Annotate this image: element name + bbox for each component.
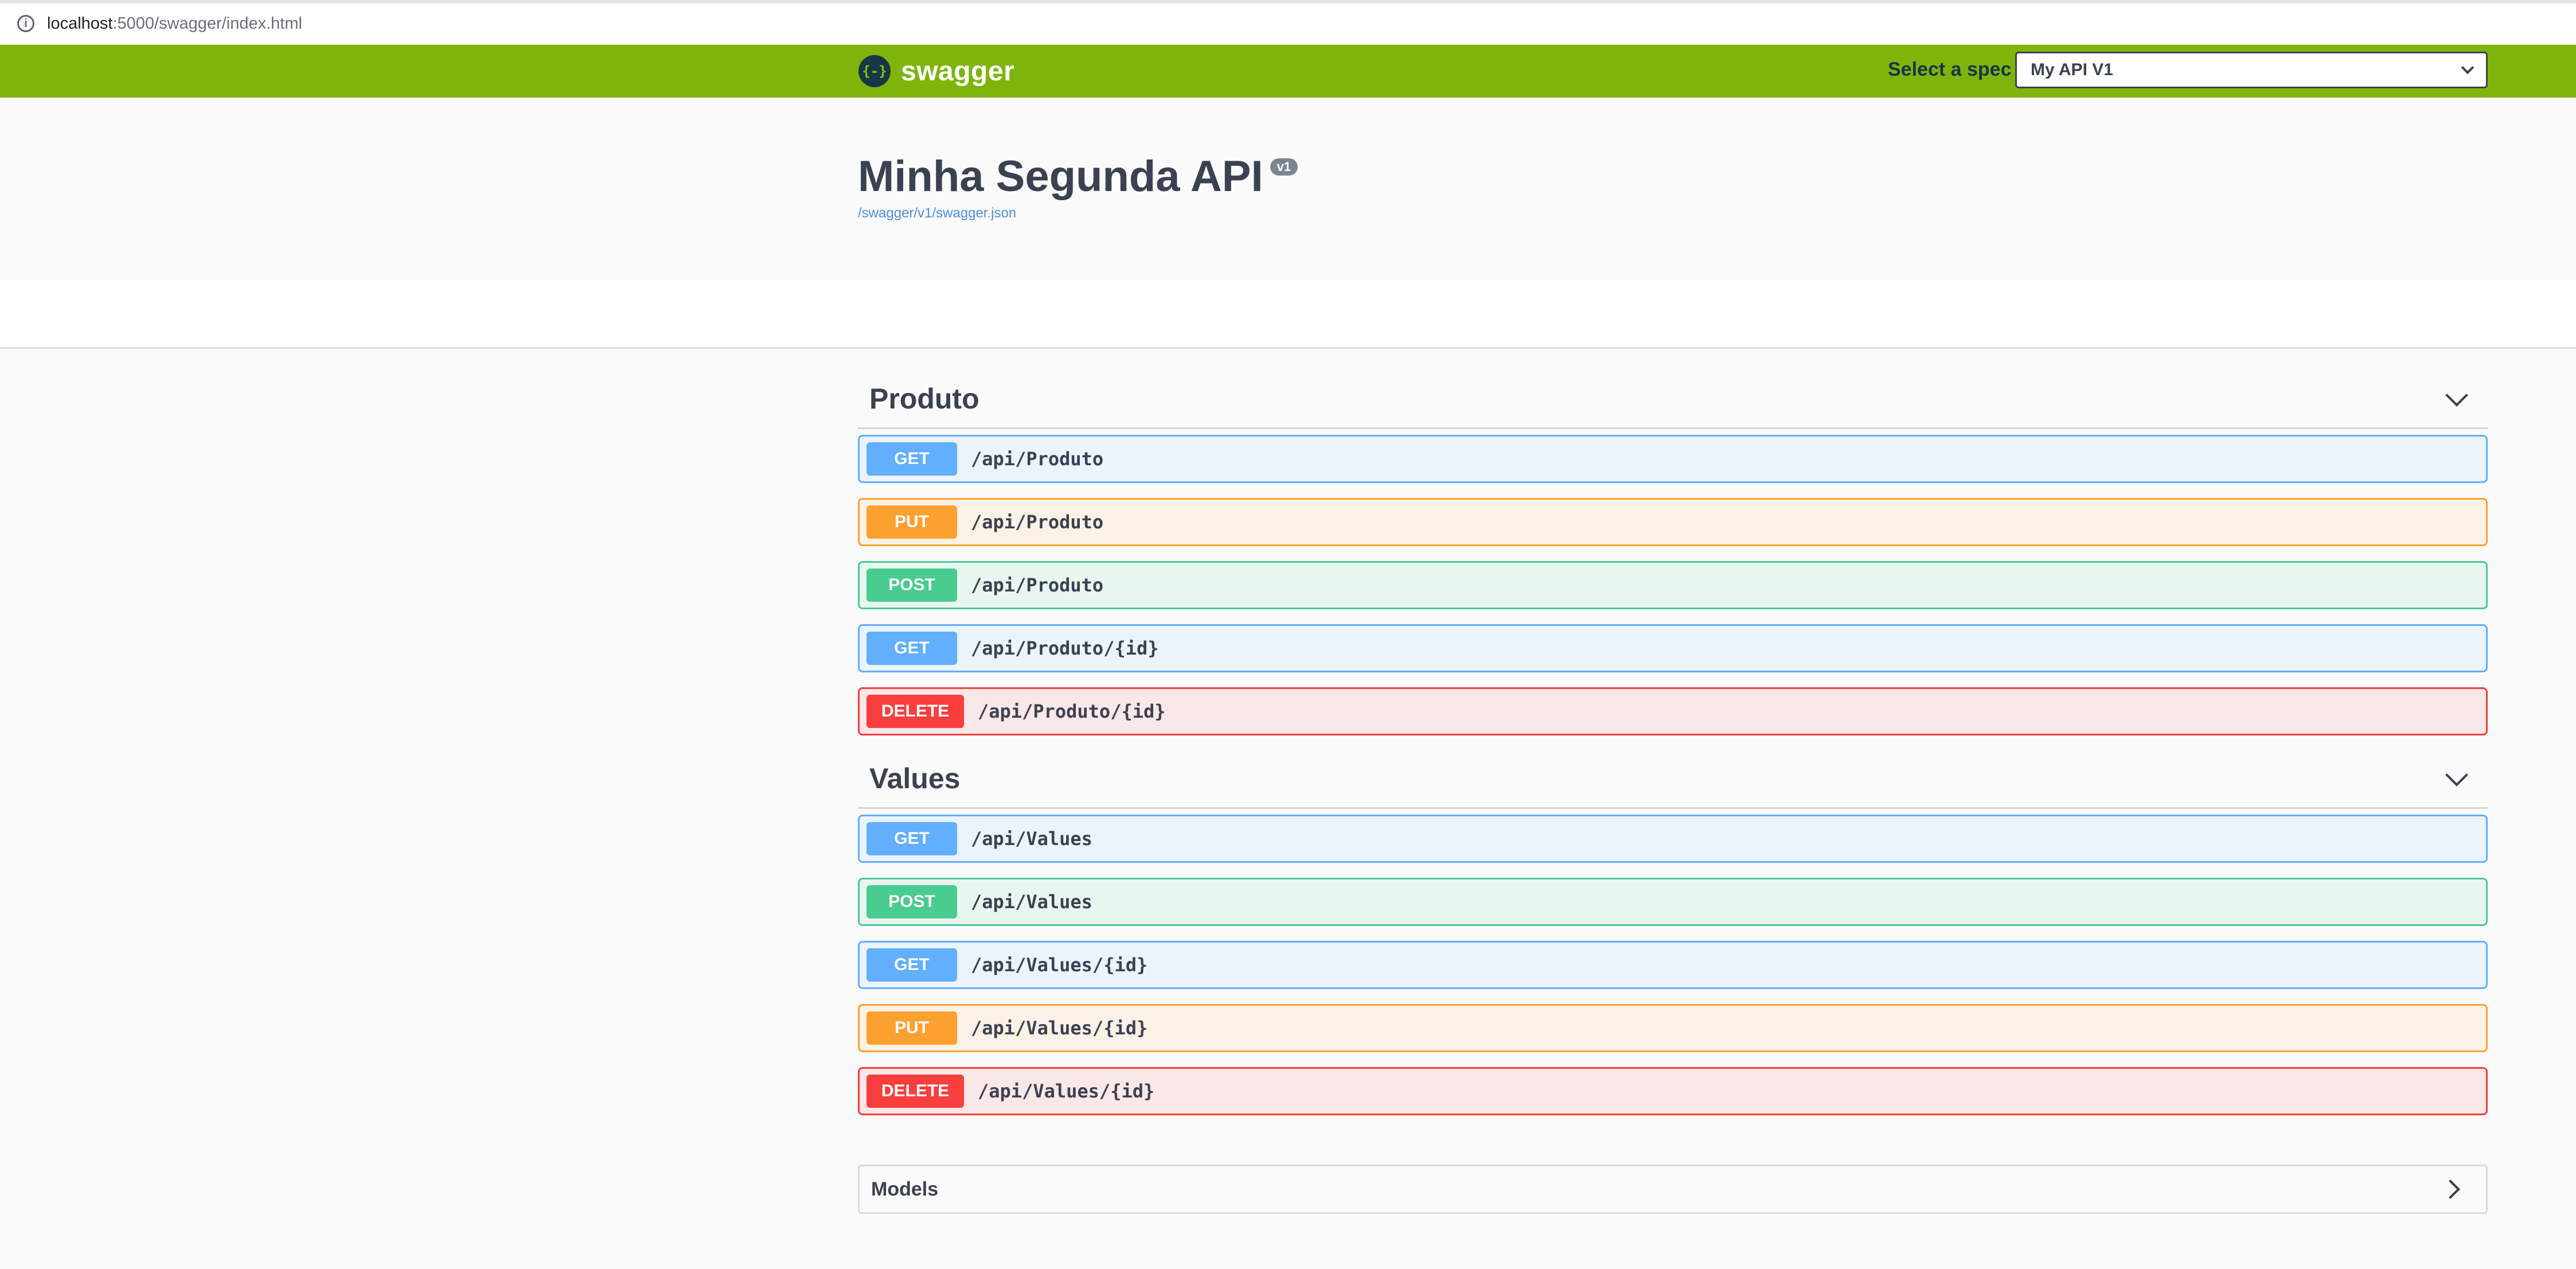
operation-post-values[interactable]: POST /api/Values: [858, 878, 2488, 926]
chevron-right-icon[interactable]: [2441, 1180, 2460, 1199]
models-title: Models: [871, 1178, 939, 1200]
browser-address-bar[interactable]: i localhost :5000/swagger/index.html: [0, 0, 2576, 44]
tag-header-produto[interactable]: Produto: [858, 369, 2488, 429]
method-badge-delete: DELETE: [867, 1075, 964, 1108]
method-badge-get: GET: [867, 442, 957, 476]
chevron-down-icon: [2461, 61, 2474, 75]
tag-title: Values: [869, 762, 961, 795]
method-badge-get: GET: [867, 822, 957, 855]
version-badge: v1: [1270, 158, 1298, 176]
operation-path: /api/Values/{id}: [971, 954, 1148, 976]
chevron-down-icon[interactable]: [2445, 763, 2468, 787]
operation-path: /api/Values/{id}: [978, 1080, 1155, 1102]
select-spec-label: Select a spec: [1888, 59, 2012, 80]
operation-path: /api/Produto: [971, 511, 1104, 533]
operation-path: /api/Values/{id}: [971, 1017, 1148, 1039]
operation-get-values-id[interactable]: GET /api/Values/{id}: [858, 941, 2488, 989]
operation-get-produto[interactable]: GET /api/Produto: [858, 435, 2488, 483]
url-host: localhost: [47, 14, 113, 33]
operation-get-produto-id[interactable]: GET /api/Produto/{id}: [858, 624, 2488, 672]
operation-path: /api/Values: [971, 828, 1092, 850]
operation-delete-produto-id[interactable]: DELETE /api/Produto/{id}: [858, 687, 2488, 735]
scheme-container: [0, 280, 2576, 349]
models-section[interactable]: Models: [858, 1165, 2488, 1214]
operation-path: /api/Values: [971, 891, 1092, 913]
method-badge-post: POST: [867, 885, 957, 918]
operation-path: /api/Produto: [971, 448, 1104, 470]
info-header: Minha Segunda API v1: [858, 150, 1298, 203]
operation-get-values[interactable]: GET /api/Values: [858, 815, 2488, 863]
method-badge-get: GET: [867, 632, 957, 665]
operation-path: /api/Produto/{id}: [978, 700, 1166, 722]
method-badge-put: PUT: [867, 1011, 957, 1045]
chevron-down-icon[interactable]: [2445, 383, 2468, 407]
tag-title: Produto: [869, 382, 979, 415]
operation-delete-values-id[interactable]: DELETE /api/Values/{id}: [858, 1067, 2488, 1115]
swagger-json-link[interactable]: /swagger/v1/swagger.json: [858, 205, 1016, 221]
operation-path: /api/Produto/{id}: [971, 637, 1159, 659]
operation-post-produto[interactable]: POST /api/Produto: [858, 561, 2488, 609]
tag-header-values[interactable]: Values: [858, 749, 2488, 809]
operation-put-produto[interactable]: PUT /api/Produto: [858, 498, 2488, 546]
swagger-logo-text: swagger: [901, 56, 1015, 87]
method-badge-post: POST: [867, 569, 957, 602]
operation-path: /api/Produto: [971, 574, 1104, 596]
swagger-logo[interactable]: {-} swagger: [858, 55, 1014, 87]
operation-put-values-id[interactable]: PUT /api/Values/{id}: [858, 1004, 2488, 1052]
url-path: :5000/swagger/index.html: [112, 14, 302, 33]
method-badge-get: GET: [867, 948, 957, 982]
spec-select[interactable]: My API V1: [2015, 52, 2488, 88]
info-icon[interactable]: i: [17, 15, 34, 32]
swagger-logo-icon: {-}: [858, 55, 891, 87]
method-badge-put: PUT: [867, 505, 957, 539]
method-badge-delete: DELETE: [867, 695, 964, 728]
spec-select-value: My API V1: [2031, 60, 2113, 79]
page-title: Minha Segunda API: [858, 152, 1263, 201]
